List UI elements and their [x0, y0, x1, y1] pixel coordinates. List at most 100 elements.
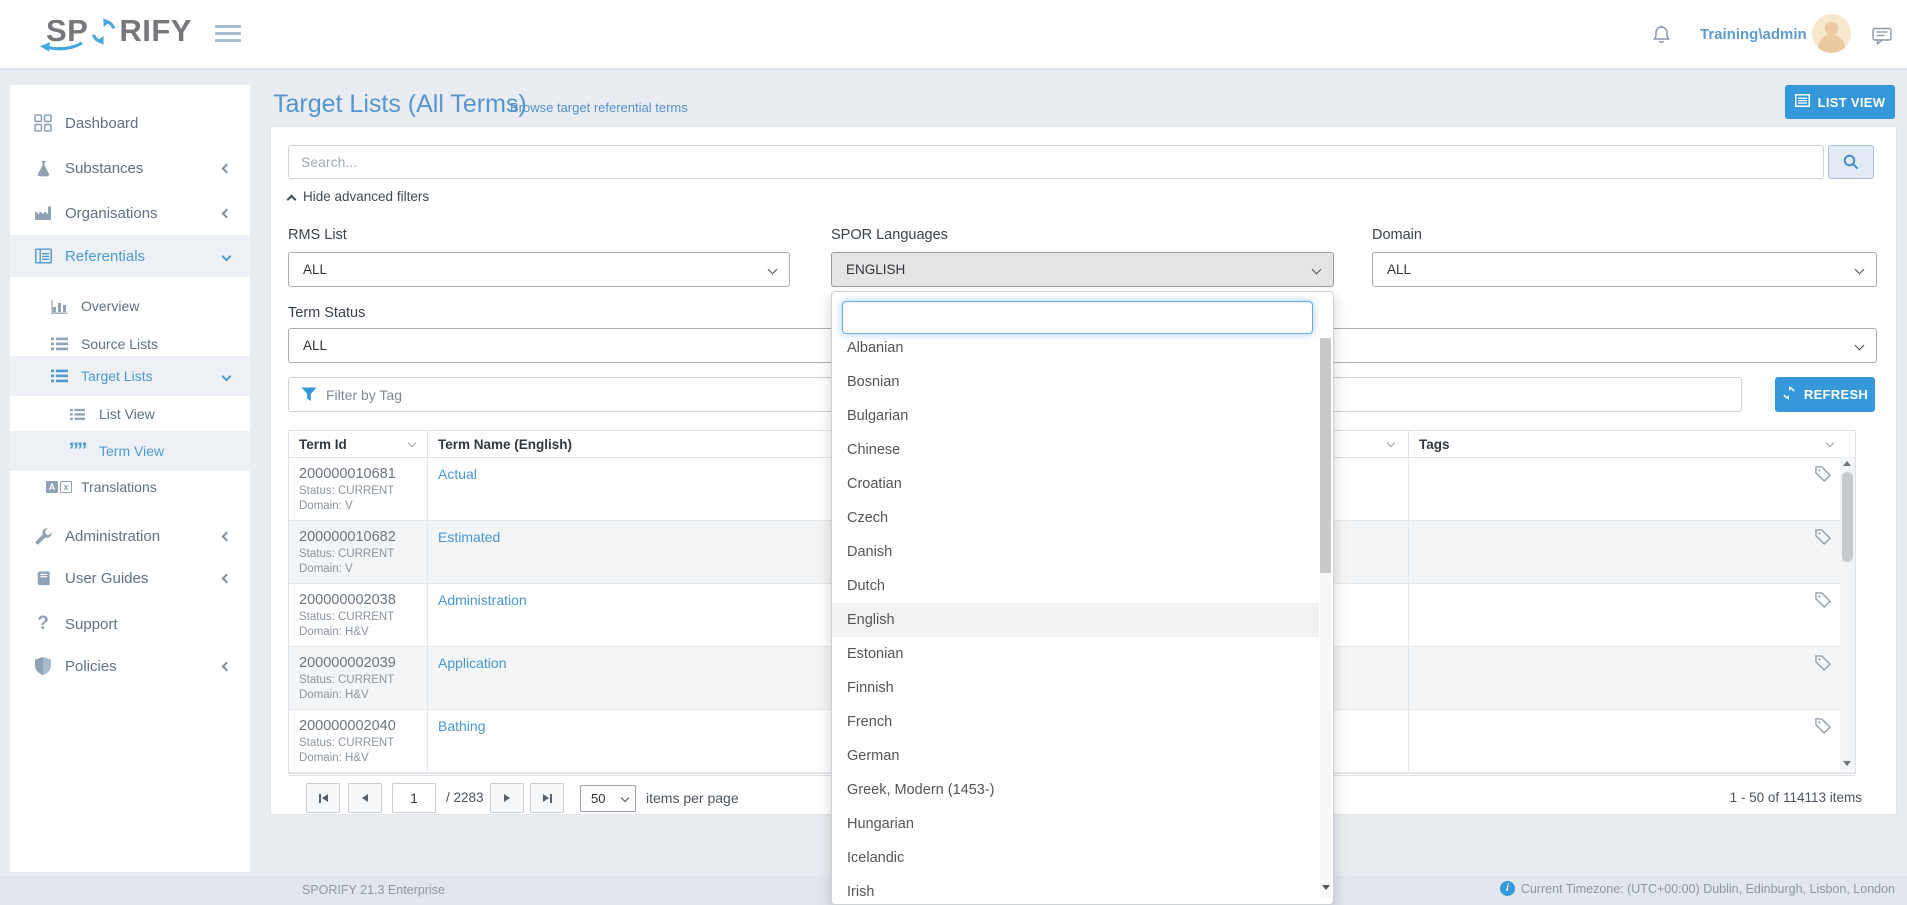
list-view-icon: [1795, 94, 1810, 110]
sidebar-item-policies[interactable]: Policies: [10, 647, 250, 685]
language-option[interactable]: Danish: [832, 535, 1319, 569]
sidebar-item-label: User Guides: [65, 570, 148, 587]
language-option[interactable]: Bosnian: [832, 365, 1319, 399]
tag-icon[interactable]: [1815, 529, 1831, 550]
term-name-link[interactable]: Application: [438, 655, 507, 671]
sidebar-item-label: Translations: [81, 479, 157, 495]
rms-list-select[interactable]: ALL: [288, 252, 790, 287]
term-name-link[interactable]: Administration: [438, 592, 527, 608]
page-number-input[interactable]: [392, 783, 436, 813]
language-option[interactable]: Dutch: [832, 569, 1319, 603]
next-page-button[interactable]: [490, 783, 524, 813]
page-subtitle-link[interactable]: Browse target referential terms: [510, 100, 688, 115]
scroll-down-icon[interactable]: [1322, 885, 1330, 890]
avatar[interactable]: [1812, 14, 1851, 53]
term-domain: Domain: V: [299, 563, 417, 575]
language-option[interactable]: Chinese: [832, 433, 1319, 467]
spor-languages-dropdown: Albanian Bosnian Bulgarian Chinese Croat…: [831, 291, 1334, 905]
hamburger-menu-icon[interactable]: [215, 25, 241, 46]
chat-icon[interactable]: [1872, 27, 1892, 50]
hide-advanced-filters-toggle[interactable]: Hide advanced filters: [288, 189, 429, 204]
sort-chevron-icon: [1826, 439, 1834, 447]
sidebar-item-organisations[interactable]: Organisations: [10, 194, 250, 232]
term-name-link[interactable]: Bathing: [438, 718, 485, 734]
language-option[interactable]: Bulgarian: [832, 399, 1319, 433]
sidebar-item-term-view[interactable]: ”” Term View: [10, 431, 250, 471]
top-header: SP RIFY: [0, 0, 1907, 68]
sidebar-item-label: Administration: [65, 528, 160, 545]
chevron-down-icon: [1312, 265, 1322, 275]
language-option[interactable]: German: [832, 739, 1319, 773]
term-id: 200000002040: [299, 718, 417, 734]
list-icon: [48, 369, 70, 383]
term-status: Status: CURRENT: [299, 737, 417, 749]
term-name-link[interactable]: Actual: [438, 466, 477, 482]
language-option[interactable]: Croatian: [832, 467, 1319, 501]
chevron-down-icon: [222, 371, 232, 381]
scroll-up-icon[interactable]: [1843, 461, 1851, 466]
spor-languages-select[interactable]: ENGLISH: [831, 252, 1334, 287]
chevron-down-icon: [1855, 341, 1865, 351]
sidebar-item-translations[interactable]: Ax Translations: [10, 468, 250, 506]
chevron-left-icon: [222, 208, 232, 218]
language-option[interactable]: Albanian: [832, 331, 1319, 365]
last-page-button[interactable]: [530, 783, 564, 813]
dropdown-scrollbar[interactable]: [1320, 338, 1331, 898]
tag-icon[interactable]: [1815, 592, 1831, 613]
column-header-tags[interactable]: Tags: [1409, 431, 1855, 457]
language-option-selected[interactable]: English: [832, 603, 1319, 637]
language-option[interactable]: Icelandic: [832, 841, 1319, 875]
sidebar-item-substances[interactable]: Substances: [10, 149, 250, 187]
scrollbar-thumb[interactable]: [1842, 472, 1853, 562]
term-name-link[interactable]: Estimated: [438, 529, 500, 545]
sidebar-item-dashboard[interactable]: Dashboard: [10, 104, 250, 142]
language-option[interactable]: Estonian: [832, 637, 1319, 671]
bell-icon[interactable]: [1652, 24, 1671, 50]
tag-icon[interactable]: [1815, 718, 1831, 739]
search-button[interactable]: [1828, 145, 1874, 179]
sidebar-item-administration[interactable]: Administration: [10, 517, 250, 555]
sidebar-item-list-view[interactable]: List View: [10, 395, 250, 433]
chevron-down-icon: [768, 265, 778, 275]
translate-icon: Ax: [48, 481, 70, 493]
table-scrollbar[interactable]: [1840, 457, 1855, 770]
previous-page-button[interactable]: [348, 783, 382, 813]
sidebar-item-target-lists[interactable]: Target Lists: [10, 356, 250, 396]
sidebar-item-user-guides[interactable]: User Guides: [10, 559, 250, 597]
scroll-down-icon[interactable]: [1843, 761, 1851, 766]
search-input[interactable]: [288, 145, 1824, 179]
term-id: 200000002039: [299, 655, 417, 671]
sidebar-item-referentials[interactable]: Referentials: [10, 235, 250, 277]
language-option[interactable]: Finnish: [832, 671, 1319, 705]
list-view-button[interactable]: LIST VIEW: [1785, 85, 1895, 119]
language-search-input[interactable]: [842, 301, 1313, 334]
column-header-term-id[interactable]: Term Id: [289, 431, 428, 457]
tag-icon[interactable]: [1815, 466, 1831, 487]
wrench-icon: [32, 527, 54, 545]
list-icon: [48, 337, 70, 351]
first-page-button[interactable]: [306, 783, 340, 813]
items-per-page-label: items per page: [646, 783, 739, 813]
chevron-left-icon: [222, 573, 232, 583]
term-id: 200000010682: [299, 529, 417, 545]
question-icon: ?: [32, 613, 54, 635]
logged-in-user[interactable]: Training\admin: [1700, 26, 1807, 43]
refresh-button[interactable]: REFRESH: [1775, 377, 1875, 412]
language-option[interactable]: Hungarian: [832, 807, 1319, 841]
language-option[interactable]: Irish: [832, 875, 1319, 905]
quote-icon: ””: [66, 444, 88, 458]
items-per-page-select[interactable]: 50: [580, 785, 636, 812]
list-icon: [66, 408, 88, 421]
language-option[interactable]: French: [832, 705, 1319, 739]
domain-select[interactable]: ALL: [1372, 252, 1877, 287]
language-option[interactable]: Czech: [832, 501, 1319, 535]
scrollbar-thumb[interactable]: [1320, 338, 1331, 573]
tag-icon[interactable]: [1815, 655, 1831, 676]
sidebar-item-label: List View: [99, 406, 155, 422]
language-option[interactable]: Greek, Modern (1453-): [832, 773, 1319, 807]
term-domain: Domain: H&V: [299, 689, 417, 701]
sidebar-item-overview[interactable]: Overview: [10, 287, 250, 325]
term-status: Status: CURRENT: [299, 548, 417, 560]
sidebar-item-support[interactable]: ? Support: [10, 605, 250, 643]
sporify-logo[interactable]: SP RIFY: [46, 13, 192, 49]
